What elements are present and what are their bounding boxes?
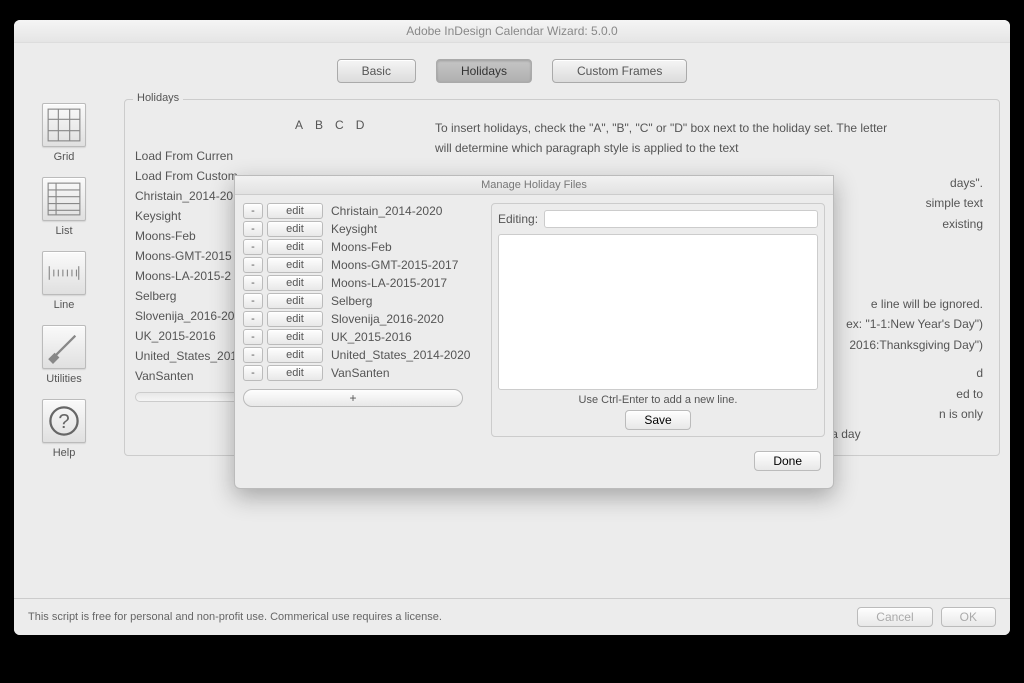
file-name-label: VanSanten [327,366,390,380]
save-button[interactable]: Save [625,410,690,430]
file-row: -edit Moons-GMT-2015-2017 [243,257,483,273]
help-icon: ? [42,399,86,443]
sidebar-label-line: Line [54,299,75,311]
file-row: -edit Selberg [243,293,483,309]
sidebar-label-list: List [55,225,72,237]
ok-button[interactable]: OK [941,607,996,627]
tab-holidays[interactable]: Holidays [436,59,532,83]
sidebar-label-grid: Grid [54,151,75,163]
svg-text:?: ? [58,411,69,433]
edit-file-button[interactable]: edit [267,275,323,291]
sidebar-item-list[interactable]: List [42,177,86,237]
col-b: B [315,118,323,132]
edit-file-button[interactable]: edit [267,221,323,237]
edit-file-button[interactable]: edit [267,257,323,273]
col-c: C [335,118,344,132]
remove-file-button[interactable]: - [243,365,263,381]
file-row: -edit Moons-Feb [243,239,483,255]
file-name-label: Keysight [327,222,377,236]
edit-file-button[interactable]: edit [267,311,323,327]
file-row: -edit Slovenija_2016-2020 [243,311,483,327]
edit-file-button[interactable]: edit [267,293,323,309]
file-name-label: Moons-Feb [327,240,392,254]
list-icon [42,177,86,221]
grid-icon [42,103,86,147]
file-row: -edit UK_2015-2016 [243,329,483,345]
footer-text: This script is free for personal and non… [28,611,442,623]
window-titlebar: Adobe InDesign Calendar Wizard: 5.0.0 [14,20,1010,43]
file-row: -edit Keysight [243,221,483,237]
sidebar-label-utilities: Utilities [46,373,81,385]
abcd-header: A B C D [135,118,415,132]
editor-hint: Use Ctrl-Enter to add a new line. [498,394,818,406]
editing-textarea[interactable] [498,234,818,390]
remove-file-button[interactable]: - [243,347,263,363]
editor-panel: Editing: Use Ctrl-Enter to add a new lin… [491,203,825,437]
remove-file-button[interactable]: - [243,329,263,345]
sidebar-item-utilities[interactable]: Utilities [42,325,86,385]
sidebar-item-grid[interactable]: Grid [42,103,86,163]
file-name-label: Moons-LA-2015-2017 [327,276,447,290]
remove-file-button[interactable]: - [243,311,263,327]
edit-file-button[interactable]: edit [267,347,323,363]
file-row: -edit Moons-LA-2015-2017 [243,275,483,291]
holiday-item[interactable]: Load From Curren [135,146,415,166]
info-line: will determine which paragraph style is … [435,138,989,158]
remove-file-button[interactable]: - [243,239,263,255]
edit-file-button[interactable]: edit [267,365,323,381]
tab-custom-frames[interactable]: Custom Frames [552,59,687,83]
done-button[interactable]: Done [754,451,821,471]
file-row: -edit Christain_2014-2020 [243,203,483,219]
sidebar-label-help: Help [53,447,76,459]
window-title: Adobe InDesign Calendar Wizard: 5.0.0 [406,24,617,38]
cancel-button[interactable]: Cancel [857,607,932,627]
file-name-label: United_States_2014-2020 [327,348,470,362]
manage-holiday-files-dialog: Manage Holiday Files -editChristain_2014… [234,175,834,489]
file-row: -edit United_States_2014-2020 [243,347,483,363]
file-name-label: Moons-GMT-2015-2017 [327,258,458,272]
file-list-panel: -editChristain_2014-2020-editKeysight-ed… [243,203,483,437]
remove-file-button[interactable]: - [243,275,263,291]
file-row: -edit VanSanten [243,365,483,381]
file-name-label: UK_2015-2016 [327,330,412,344]
screwdriver-icon [42,325,86,369]
col-a: A [295,118,303,132]
remove-file-button[interactable]: - [243,221,263,237]
info-line: To insert holidays, check the "A", "B", … [435,118,989,138]
editing-input[interactable] [544,210,818,228]
fieldset-legend: Holidays [133,92,183,104]
col-d: D [356,118,365,132]
file-name-label: Selberg [327,294,372,308]
add-file-button[interactable]: + [243,389,463,407]
edit-file-button[interactable]: edit [267,203,323,219]
remove-file-button[interactable]: - [243,203,263,219]
editing-label: Editing: [498,212,538,226]
modal-title: Manage Holiday Files [235,176,833,195]
window-footer: This script is free for personal and non… [14,598,1010,635]
sidebar-item-line[interactable]: Line [42,251,86,311]
sidebar-item-help[interactable]: ? Help [42,399,86,459]
edit-file-button[interactable]: edit [267,239,323,255]
main-window: Adobe InDesign Calendar Wizard: 5.0.0 Ba… [14,20,1010,635]
line-icon [42,251,86,295]
file-name-label: Christain_2014-2020 [327,204,442,218]
file-name-label: Slovenija_2016-2020 [327,312,444,326]
edit-file-button[interactable]: edit [267,329,323,345]
tab-bar: Basic Holidays Custom Frames [14,43,1010,83]
remove-file-button[interactable]: - [243,257,263,273]
tab-basic[interactable]: Basic [337,59,416,83]
remove-file-button[interactable]: - [243,293,263,309]
sidebar: Grid List Line Utilities [14,93,114,648]
